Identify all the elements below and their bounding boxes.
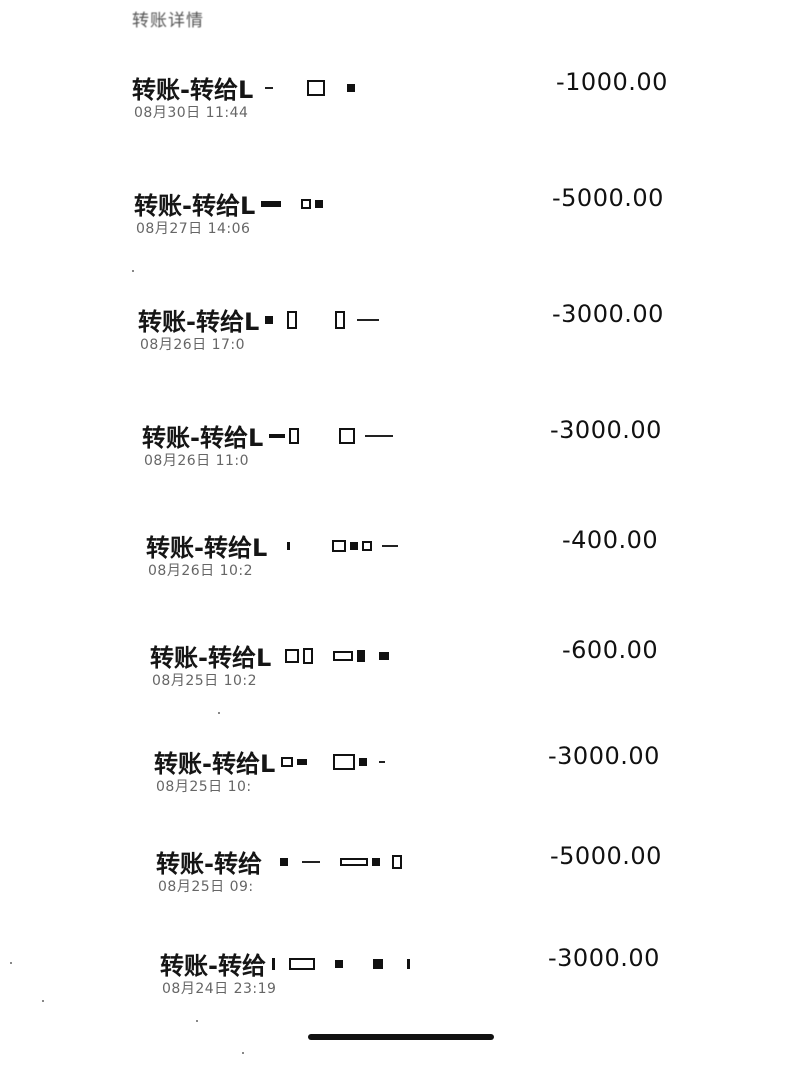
transaction-time: 08月25日 10: [156, 779, 252, 795]
transaction-time: 08月30日 11:44 [134, 105, 249, 121]
transaction-title: 转账-转给L [142, 424, 264, 452]
scan-speck [218, 712, 220, 714]
redacted-name [261, 192, 327, 216]
transaction-time: 08月25日 10:2 [152, 673, 258, 689]
redacted-name [273, 534, 402, 558]
transaction-time: 08月24日 23:19 [162, 981, 277, 997]
transaction-title-row: 转账-转给 [160, 946, 414, 981]
transaction-title-row: 转账-转给L [146, 528, 402, 563]
transaction-title-row: 转账-转给L [134, 186, 327, 221]
scan-speck [10, 962, 12, 964]
transaction-amount: -3000.00 [552, 300, 664, 328]
transaction-amount: -1000.00 [556, 68, 668, 96]
transaction-title-row: 转账-转给L [132, 70, 359, 105]
scan-speck [132, 270, 134, 272]
transaction-title-row: 转账-转给 [156, 844, 406, 879]
transaction-amount: -400.00 [562, 526, 659, 554]
transaction-time: 08月27日 14:06 [136, 221, 251, 237]
transaction-title: 转账-转给 [160, 952, 266, 980]
transaction-title: 转账-转给L [134, 192, 256, 220]
transaction-title: 转账-转给 [156, 850, 262, 878]
redacted-name [259, 76, 359, 100]
transaction-amount: -5000.00 [550, 842, 662, 870]
home-indicator[interactable] [308, 1034, 494, 1040]
transaction-amount: -3000.00 [548, 944, 660, 972]
redacted-name [269, 424, 397, 448]
redacted-name [265, 308, 383, 332]
scan-speck [242, 1052, 244, 1054]
transaction-title: 转账-转给L [150, 644, 272, 672]
transaction-time: 08月26日 17:0 [140, 337, 246, 353]
transaction-title: 转账-转给L [154, 750, 276, 778]
transaction-title: 转账-转给L [146, 534, 268, 562]
transaction-title-row: 转账-转给L [150, 638, 393, 673]
scan-speck [196, 1020, 198, 1022]
transaction-title: 转账-转给L [138, 308, 260, 336]
transaction-time: 08月25日 09: [158, 879, 254, 895]
page-title: 转账详情 [132, 11, 204, 31]
transaction-title-row: 转账-转给L [142, 418, 397, 453]
transaction-time: 08月26日 10:2 [148, 563, 254, 579]
transaction-title-row: 转账-转给L [154, 744, 389, 779]
transaction-amount: -3000.00 [548, 742, 660, 770]
transaction-amount: -5000.00 [552, 184, 664, 212]
scan-speck [42, 1000, 44, 1002]
transaction-time: 08月26日 11:0 [144, 453, 250, 469]
transaction-amount: -600.00 [562, 636, 659, 664]
transaction-amount: -3000.00 [550, 416, 662, 444]
transaction-title-row: 转账-转给L [138, 302, 383, 337]
transaction-title: 转账-转给L [132, 76, 254, 104]
redacted-name [271, 952, 414, 976]
redacted-name [268, 850, 406, 874]
redacted-name [277, 644, 393, 668]
redacted-name [281, 750, 389, 774]
